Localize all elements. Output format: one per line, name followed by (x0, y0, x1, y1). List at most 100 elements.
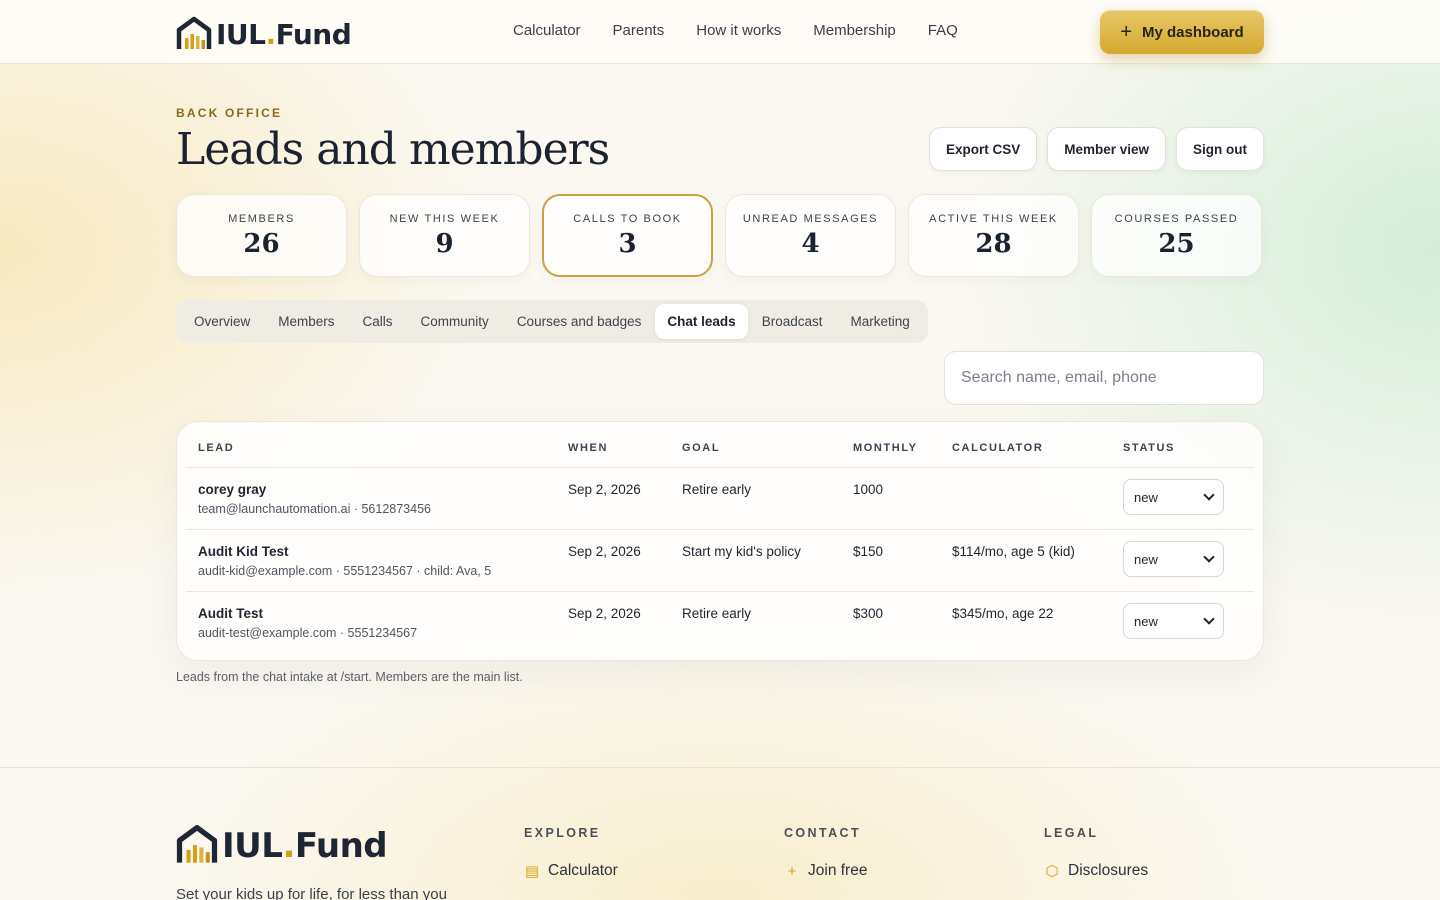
stat-label: ACTIVE THIS WEEK (929, 212, 1058, 225)
chevron-down-icon (1203, 489, 1215, 501)
footer-tagline: Set your kids up for life, for less than… (176, 886, 447, 900)
footer-column-contact: CONTACT + Join free (784, 826, 867, 880)
site-footer: IUL.Fund Set your kids up for life, for … (0, 767, 1440, 900)
chevron-down-icon (1203, 551, 1215, 563)
status-select[interactable]: new (1123, 479, 1224, 515)
stat-calls-to-book[interactable]: CALLS TO BOOK 3 (542, 194, 713, 277)
stat-members: MEMBERS 26 (176, 194, 347, 277)
header-actions: Export CSV Member view Sign out (928, 127, 1264, 171)
footer-heading: CONTACT (784, 826, 861, 840)
nav-link-parents[interactable]: Parents (613, 22, 665, 39)
stat-value: 25 (1158, 228, 1195, 259)
stat-value: 4 (801, 228, 820, 259)
nav-link-membership[interactable]: Membership (813, 22, 896, 39)
column-header-lead: LEAD (198, 442, 235, 454)
brand-name: IUL.Fund (216, 18, 352, 51)
stat-label: COURSES PASSED (1114, 212, 1239, 225)
sign-out-button[interactable]: Sign out (1176, 127, 1264, 171)
lead-when: Sep 2, 2026 (568, 544, 641, 559)
page-eyebrow: BACK OFFICE (176, 106, 283, 120)
brand-logo[interactable]: IUL.Fund (176, 14, 352, 51)
stat-label: MEMBERS (228, 212, 295, 225)
stat-courses-passed: COURSES PASSED 25 (1091, 194, 1262, 277)
lead-monthly: $300 (853, 606, 884, 621)
lead-goal: Retire early (682, 606, 752, 621)
chevron-down-icon (1203, 613, 1215, 625)
section-tabs: Overview Members Calls Community Courses… (176, 300, 928, 343)
stat-label: NEW THIS WEEK (389, 212, 500, 225)
status-value: new (1134, 489, 1158, 505)
house-chart-icon (176, 825, 218, 863)
stat-value: 9 (435, 228, 454, 259)
footer-link-join-free[interactable]: + Join free (784, 862, 868, 880)
lead-name: corey gray (198, 482, 267, 497)
stat-label: CALLS TO BOOK (573, 212, 682, 225)
lead-monthly: $150 (853, 544, 884, 559)
tab-calls[interactable]: Calls (349, 304, 407, 339)
footer-brand-logo[interactable]: IUL.Fund (176, 824, 388, 866)
lead-contact: team@launchautomation.ai · 5612873456 (198, 502, 431, 516)
export-csv-button[interactable]: Export CSV (928, 127, 1038, 171)
lead-monthly: 1000 (853, 482, 884, 497)
footer-link-calculator[interactable]: ▤ Calculator (524, 862, 618, 880)
tab-overview[interactable]: Overview (180, 304, 264, 339)
lead-when: Sep 2, 2026 (568, 606, 641, 621)
stat-new-this-week: NEW THIS WEEK 9 (359, 194, 530, 277)
plus-icon: + (1120, 21, 1132, 43)
footer-link-label: Calculator (548, 862, 618, 879)
nav-links: Calculator Parents How it works Membersh… (513, 22, 958, 39)
nav-link-faq[interactable]: FAQ (928, 22, 958, 39)
lead-name: Audit Kid Test (198, 544, 289, 559)
lead-calculator: $114/mo, age 5 (kid) (952, 544, 1075, 559)
lead-goal: Retire early (682, 482, 752, 497)
tab-members[interactable]: Members (264, 304, 348, 339)
status-select[interactable]: new (1123, 541, 1224, 577)
footer-link-disclosures[interactable]: ⬡ Disclosures (1044, 862, 1148, 880)
tab-courses-and-badges[interactable]: Courses and badges (503, 304, 656, 339)
calculator-icon: ▤ (524, 863, 540, 880)
footer-brand-name: IUL.Fund (222, 826, 388, 866)
footer-column-explore: EXPLORE ▤ Calculator (524, 826, 618, 880)
leads-table: LEAD WHEN GOAL MONTHLY CALCULATOR STATUS… (176, 421, 1264, 661)
column-header-status: STATUS (1123, 442, 1175, 454)
column-header-calculator: CALCULATOR (952, 442, 1044, 454)
tab-broadcast[interactable]: Broadcast (748, 304, 837, 339)
column-header-monthly: MONTHLY (853, 442, 918, 454)
lead-when: Sep 2, 2026 (568, 482, 641, 497)
stat-unread-messages: UNREAD MESSAGES 4 (725, 194, 896, 277)
footer-heading: EXPLORE (524, 826, 601, 840)
stat-value: 26 (243, 228, 280, 259)
status-value: new (1134, 613, 1158, 629)
lead-contact: audit-kid@example.com · 5551234567 · chi… (198, 564, 492, 578)
member-view-button[interactable]: Member view (1047, 127, 1166, 171)
shield-icon: ⬡ (1045, 863, 1059, 880)
lead-calculator: $345/mo, age 22 (952, 606, 1054, 621)
footer-link-label: Join free (808, 862, 868, 879)
search-input[interactable] (944, 351, 1264, 405)
my-dashboard-button[interactable]: + My dashboard (1100, 10, 1264, 54)
lead-contact: audit-test@example.com · 5551234567 (198, 626, 418, 640)
lead-name: Audit Test (198, 606, 263, 621)
footer-heading: LEGAL (1044, 826, 1099, 840)
table-row: corey gray team@launchautomation.ai · 56… (177, 468, 1263, 530)
my-dashboard-label: My dashboard (1142, 23, 1244, 41)
lead-goal: Start my kid's policy (682, 544, 801, 559)
house-chart-icon (176, 16, 212, 49)
stat-active-this-week: ACTIVE THIS WEEK 28 (908, 194, 1079, 277)
stat-value: 3 (618, 228, 637, 259)
tab-community[interactable]: Community (407, 304, 503, 339)
column-header-when: WHEN (568, 442, 609, 454)
column-header-goal: GOAL (682, 442, 721, 454)
nav-link-calculator[interactable]: Calculator (513, 22, 581, 39)
table-footnote: Leads from the chat intake at /start. Me… (176, 670, 523, 684)
tab-marketing[interactable]: Marketing (836, 304, 923, 339)
page-title: Leads and members (176, 124, 610, 175)
top-nav: IUL.Fund Calculator Parents How it works… (0, 0, 1440, 64)
status-select[interactable]: new (1123, 603, 1224, 639)
tab-chat-leads[interactable]: Chat leads (655, 304, 748, 339)
nav-link-how-it-works[interactable]: How it works (696, 22, 781, 39)
status-value: new (1134, 551, 1158, 567)
footer-column-legal: LEGAL ⬡ Disclosures (1044, 826, 1148, 880)
plus-icon: + (787, 862, 797, 880)
stat-label: UNREAD MESSAGES (742, 212, 879, 225)
